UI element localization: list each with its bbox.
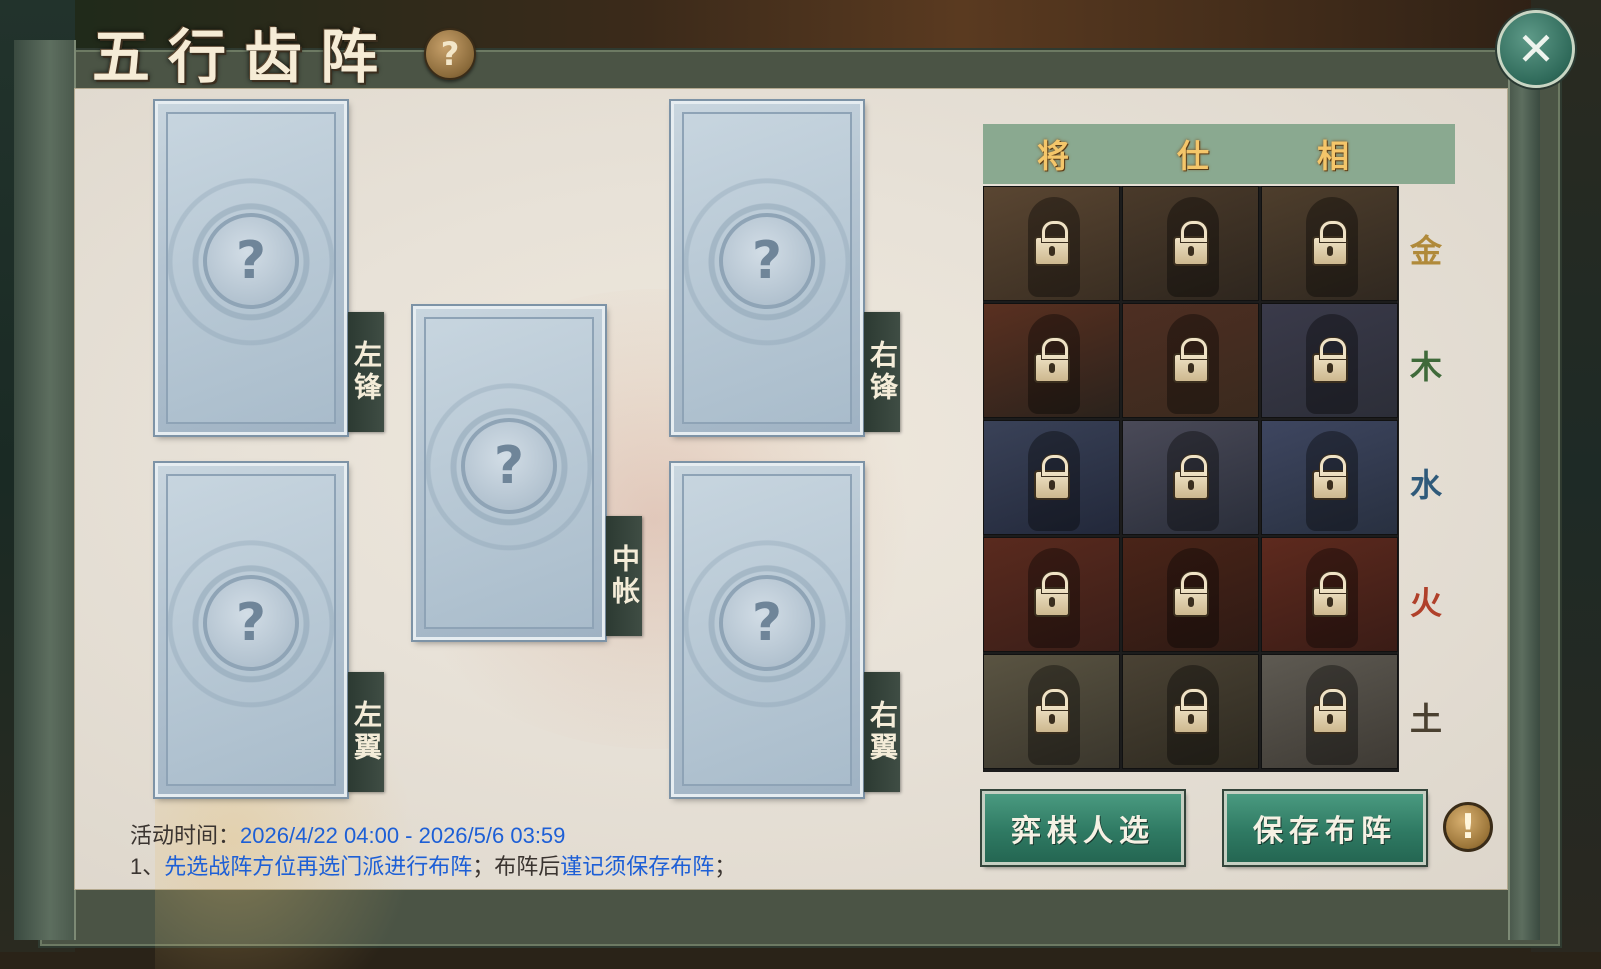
lock-icon	[1311, 571, 1348, 617]
lock-icon	[1033, 688, 1070, 734]
rule-text-2: ；布阵后	[472, 854, 561, 879]
lock-icon	[1311, 337, 1348, 383]
lock-keyhole	[1187, 713, 1194, 724]
question-mark-icon: ?	[440, 35, 460, 73]
lock-icon	[1172, 220, 1209, 266]
lock-keyhole	[1326, 713, 1333, 724]
lock-icon	[1172, 688, 1209, 734]
save-formation-button[interactable]: 保存布阵	[1224, 791, 1426, 865]
lock-keyhole	[1048, 479, 1055, 490]
element-label-wood: 木	[1409, 348, 1442, 386]
rule-text-4: ；	[714, 854, 737, 879]
lock-icon	[1033, 220, 1070, 266]
lock-icon	[1311, 454, 1348, 500]
hero-slot[interactable]	[1261, 654, 1398, 769]
lock-keyhole	[1187, 362, 1194, 373]
rule-prefix: 1、	[130, 854, 165, 879]
close-x-icon: ✕	[1516, 22, 1556, 76]
slot-left-wing[interactable]: ?	[155, 463, 347, 797]
slot-center-tent[interactable]: ?	[413, 306, 605, 640]
element-label-metal: 金	[1409, 232, 1442, 270]
pick-player-button[interactable]: 弈棋人选	[982, 791, 1184, 865]
hero-slot[interactable]	[1122, 537, 1259, 652]
empty-slot-icon: ?	[461, 418, 557, 515]
hero-slot[interactable]	[983, 537, 1120, 652]
lock-keyhole	[1326, 596, 1333, 607]
element-label-water: 水	[1409, 466, 1442, 504]
help-button[interactable]: ?	[424, 28, 476, 80]
lock-keyhole	[1326, 245, 1333, 256]
hero-slot[interactable]	[1261, 186, 1398, 301]
hero-slot[interactable]	[983, 420, 1120, 535]
lock-keyhole	[1048, 596, 1055, 607]
hero-slot[interactable]	[1122, 303, 1259, 418]
lock-icon	[1311, 688, 1348, 734]
slot-label-right-vanguard: 右锋	[864, 312, 900, 432]
lock-keyhole	[1048, 713, 1055, 724]
slot-right-vanguard[interactable]: ?	[671, 101, 863, 435]
hero-slot[interactable]	[983, 654, 1120, 769]
empty-slot-icon: ?	[203, 575, 299, 672]
frame-left-border	[14, 40, 76, 940]
hero-slot[interactable]	[1122, 186, 1259, 301]
roster-column-advisor: 仕	[1176, 137, 1209, 175]
rule-highlight-2: 谨记须保存布阵	[560, 854, 715, 879]
lock-keyhole	[1187, 245, 1194, 256]
lock-keyhole	[1048, 362, 1055, 373]
roster-header: 将 仕 相	[983, 124, 1455, 184]
slot-label-center-tent: 中帐	[606, 516, 642, 636]
hero-slot[interactable]	[1261, 537, 1398, 652]
lock-keyhole	[1187, 596, 1194, 607]
lock-keyhole	[1326, 479, 1333, 490]
empty-slot-icon: ?	[719, 213, 815, 310]
hero-slot[interactable]	[1261, 303, 1398, 418]
slot-label-left-wing: 左翼	[348, 672, 384, 792]
event-time-line: 活动时间：2026/4/22 04:00 - 2026/5/6 03:59	[130, 818, 565, 850]
rule-line: 1、先选战阵方位再选门派进行布阵；布阵后谨记须保存布阵；	[130, 849, 736, 881]
hero-slot[interactable]	[983, 186, 1120, 301]
roster-column-minister: 相	[1316, 137, 1349, 175]
event-time-value: 2026/4/22 04:00 - 2026/5/6 03:59	[240, 823, 566, 848]
lock-icon	[1311, 220, 1348, 266]
slot-label-left-vanguard: 左锋	[348, 312, 384, 432]
slot-left-vanguard[interactable]: ?	[155, 101, 347, 435]
lock-keyhole	[1187, 479, 1194, 490]
lock-icon	[1172, 337, 1209, 383]
close-button[interactable]: ✕	[1497, 10, 1575, 88]
element-label-fire: 火	[1409, 584, 1442, 622]
empty-slot-icon: ?	[203, 213, 299, 310]
frame-right-border	[1508, 40, 1540, 940]
info-button[interactable]: !	[1443, 802, 1493, 852]
slot-label-right-wing: 右翼	[864, 672, 900, 792]
roster-column-general: 将	[1036, 137, 1069, 175]
dialog-title: 五行齿阵	[92, 23, 397, 91]
hero-slot[interactable]	[983, 303, 1120, 418]
empty-slot-icon: ?	[719, 575, 815, 672]
lock-keyhole	[1048, 245, 1055, 256]
lock-icon	[1033, 454, 1070, 500]
exclamation-icon: !	[1460, 807, 1476, 847]
hero-slot[interactable]	[1122, 420, 1259, 535]
roster-grid	[983, 186, 1399, 772]
lock-icon	[1033, 337, 1070, 383]
lock-keyhole	[1326, 362, 1333, 373]
hero-slot[interactable]	[1261, 420, 1398, 535]
hero-slot[interactable]	[1122, 654, 1259, 769]
lock-icon	[1172, 454, 1209, 500]
slot-right-wing[interactable]: ?	[671, 463, 863, 797]
element-label-earth: 土	[1409, 700, 1442, 738]
lock-icon	[1172, 571, 1209, 617]
lock-icon	[1033, 571, 1070, 617]
rule-highlight-1: 先选战阵方位再选门派进行布阵	[164, 854, 473, 879]
event-time-label: 活动时间：	[130, 823, 241, 848]
